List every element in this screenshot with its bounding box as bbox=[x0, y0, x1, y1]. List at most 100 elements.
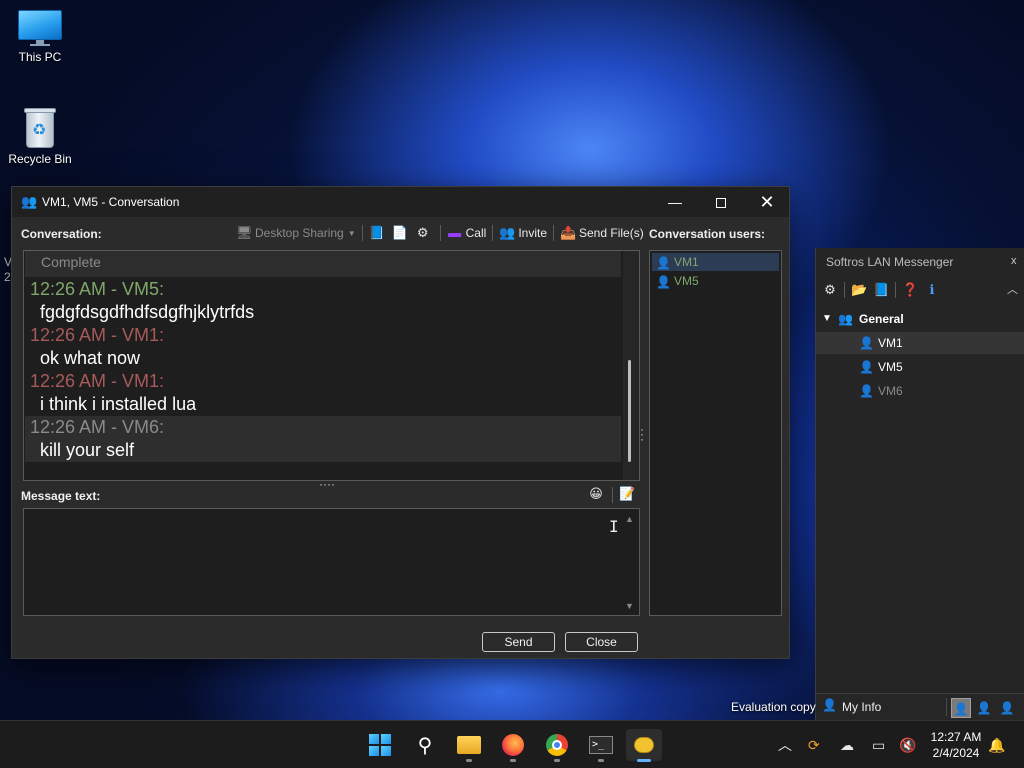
toolbar-separator bbox=[553, 225, 554, 241]
tree-user-vm6[interactable]: 👤 VM6 bbox=[816, 380, 1024, 402]
search-button[interactable]: ⚲ bbox=[407, 729, 443, 761]
close-icon: ✕ bbox=[759, 192, 775, 212]
toolbar-separator bbox=[361, 225, 363, 241]
footer-separator bbox=[946, 698, 947, 716]
conversation-history[interactable]: Complete 12:26 AM - VM5: fgdgfdsgdfhdfsd… bbox=[23, 250, 640, 481]
search-icon: ⚲ bbox=[417, 734, 433, 757]
desktop-sharing-button[interactable]: 🖥 Desktop Sharing ▼ bbox=[236, 223, 356, 243]
softros-messenger-button[interactable] bbox=[626, 729, 662, 762]
info-icon[interactable]: ℹ bbox=[924, 282, 940, 298]
close-panel-button[interactable]: x bbox=[1011, 255, 1017, 267]
conversation-label: Conversation: bbox=[21, 227, 102, 241]
show-hidden-icons-button[interactable]: ︿ bbox=[778, 721, 792, 768]
maximize-button[interactable] bbox=[698, 187, 744, 217]
message-input[interactable] bbox=[23, 508, 640, 616]
settings-icon[interactable]: ⚙ bbox=[822, 282, 838, 298]
terminal-button[interactable]: >_ bbox=[583, 729, 619, 762]
firefox-button[interactable] bbox=[495, 729, 531, 762]
evaluation-watermark: Evaluation copy bbox=[731, 700, 816, 714]
user-row-vm1[interactable]: 👤 VM1 bbox=[652, 253, 779, 271]
user-icon: 👤 bbox=[656, 275, 671, 289]
desktop-icon-recycle-bin[interactable]: ♻ Recycle Bin bbox=[0, 106, 80, 166]
help-icon[interactable]: ❓ bbox=[902, 282, 918, 298]
minimize-button[interactable]: — bbox=[652, 187, 698, 217]
tray-sync-button[interactable]: ⟳ bbox=[808, 721, 820, 768]
cloud-offline-icon: ☁ bbox=[840, 736, 854, 753]
scroll-up-icon[interactable]: ▲ bbox=[625, 514, 634, 524]
messenger-panel: Softros LAN Messenger x ⚙ 📂 📘 ❓ ℹ ︿ ▼ 👥 … bbox=[815, 248, 1024, 720]
message-text: ok what now bbox=[40, 348, 141, 368]
close-button[interactable]: Close bbox=[565, 632, 638, 652]
user-name: VM1 bbox=[674, 255, 699, 269]
toolbar-separator bbox=[439, 225, 441, 241]
horizontal-splitter[interactable]: ···· bbox=[319, 477, 335, 491]
desktop-icon-this-pc[interactable]: This PC bbox=[0, 10, 80, 64]
computer-icon bbox=[18, 10, 62, 46]
message-text-label: Message text: bbox=[21, 489, 101, 503]
copy-document-icon[interactable]: 📄 bbox=[392, 225, 408, 241]
text-cursor-icon: I bbox=[609, 517, 619, 536]
terminal-icon: >_ bbox=[589, 736, 613, 754]
call-icon: ▬ bbox=[448, 225, 462, 240]
tree-user-vm1[interactable]: 👤 VM1 bbox=[816, 332, 1024, 354]
start-icon bbox=[369, 734, 391, 756]
toolbar-separator bbox=[895, 282, 896, 298]
tray-network-button[interactable]: ▭ bbox=[872, 721, 885, 768]
start-button[interactable] bbox=[362, 729, 398, 761]
file-explorer-button[interactable] bbox=[451, 729, 487, 762]
sync-icon: ⟳ bbox=[808, 736, 820, 753]
messenger-title: Softros LAN Messenger bbox=[826, 255, 954, 269]
status-busy-icon[interactable]: 👤 bbox=[997, 698, 1017, 718]
user-row-vm5[interactable]: 👤 VM5 bbox=[652, 272, 779, 290]
history-icon[interactable]: 📘 bbox=[873, 282, 889, 298]
title-bar[interactable]: 👥 VM1, VM5 - Conversation — ✕ bbox=[12, 187, 789, 217]
window-title: VM1, VM5 - Conversation bbox=[42, 195, 180, 209]
chevron-down-icon[interactable]: ▼ bbox=[822, 309, 832, 329]
toolbar-separator bbox=[844, 282, 845, 298]
history-icon[interactable]: 📘 bbox=[369, 225, 385, 241]
desktop-sharing-icon: 🖥 bbox=[236, 225, 253, 240]
format-text-icon[interactable]: 📝 bbox=[619, 486, 635, 502]
maximize-icon bbox=[716, 198, 726, 209]
conversation-toolbar: 🖥 Desktop Sharing ▼ 📘 📄 ⚙ ▬ Call 👥 Invit… bbox=[230, 223, 644, 243]
conversation-users-label: Conversation users: bbox=[649, 227, 766, 241]
tree-user-vm5[interactable]: 👤 VM5 bbox=[816, 356, 1024, 378]
status-away-icon[interactable]: 👤 bbox=[974, 698, 994, 718]
group-name: General bbox=[859, 312, 904, 326]
emoticon-icon[interactable]: 😀 bbox=[588, 486, 604, 502]
running-indicator bbox=[510, 759, 516, 762]
vertical-splitter[interactable]: · · · bbox=[640, 423, 646, 445]
invite-button[interactable]: 👥 Invite bbox=[499, 223, 547, 243]
user-name: VM5 bbox=[674, 274, 699, 288]
send-button[interactable]: Send bbox=[482, 632, 555, 652]
user-icon: 👤 bbox=[859, 360, 874, 374]
send-files-button[interactable]: 📤 Send File(s) bbox=[560, 223, 644, 243]
messenger-footer: 👤 My Info 👤 👤 👤 bbox=[816, 693, 1024, 720]
running-indicator bbox=[637, 759, 651, 762]
desktop-sharing-label: Desktop Sharing bbox=[255, 226, 344, 240]
scrollbar-thumb[interactable] bbox=[628, 360, 631, 462]
settings-icon[interactable]: ⚙ bbox=[415, 225, 431, 241]
clock-date: 2/4/2024 bbox=[932, 746, 980, 760]
group-general[interactable]: ▼ 👥 General bbox=[816, 309, 1024, 329]
tray-onedrive-button[interactable]: ☁ bbox=[840, 721, 854, 768]
conversation-users-list[interactable]: 👤 VM1 👤 VM5 bbox=[649, 250, 782, 616]
scrollbar-track[interactable] bbox=[623, 251, 639, 480]
chrome-button[interactable] bbox=[539, 729, 575, 762]
my-info-icon: 👤 bbox=[822, 698, 837, 712]
call-button[interactable]: ▬ Call bbox=[447, 223, 486, 243]
open-folder-icon[interactable]: 📂 bbox=[851, 282, 867, 298]
scroll-down-icon[interactable]: ▼ bbox=[625, 601, 634, 611]
close-window-button[interactable]: ✕ bbox=[744, 187, 790, 217]
collapse-toolbar-icon[interactable]: ︿ bbox=[1007, 281, 1018, 297]
notifications-button[interactable]: 🔔 bbox=[988, 721, 1005, 768]
toolbar-separator bbox=[612, 487, 613, 503]
status-online-icon[interactable]: 👤 bbox=[951, 698, 971, 718]
taskbar: ⚲ >_ ︿ ⟳ ☁ ▭ 🔇 12:27 AM 2/4/2024 🔔 bbox=[0, 720, 1024, 768]
bell-icon: 🔔 bbox=[988, 736, 1006, 753]
invite-users-icon: 👥 bbox=[499, 225, 516, 240]
clock[interactable]: 12:27 AM 2/4/2024 bbox=[918, 729, 994, 761]
my-info-button[interactable]: My Info bbox=[842, 700, 881, 714]
message-header: 12:26 AM - VM1: bbox=[30, 325, 165, 345]
tray-volume-button[interactable]: 🔇 bbox=[899, 721, 916, 768]
